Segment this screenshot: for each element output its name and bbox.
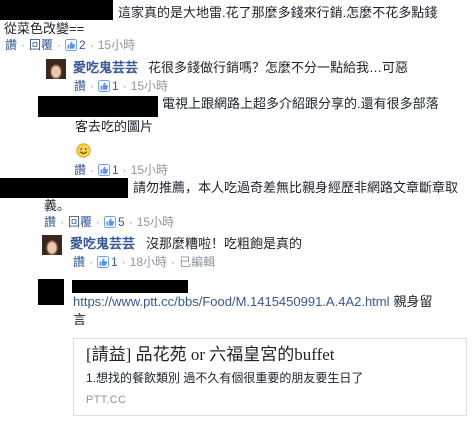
author-name[interactable]: 愛吃鬼芸芸 [70,236,135,252]
comment-text: 義。 [44,198,71,213]
redacted-author [0,178,128,198]
like-count-number: 1 [111,255,118,269]
comment-actions: 讚 · 1 · 15小時 [74,163,168,177]
comment-text: 花很多錢做行銷嗎？怎麼不分一點給我…可惡 [148,60,409,75]
link-preview-domain: PTT.CC [86,394,127,406]
comment-text: https://www.ptt.cc/bbs/Food/M.1415450991… [73,294,433,310]
comment-text: 電視上跟網路上超多介紹跟分享的.還有很多部落 [162,96,439,111]
separator: · [122,163,127,177]
like-count[interactable]: 1 [97,255,118,269]
separator: · [60,215,65,229]
like-count[interactable]: 2 [65,38,86,52]
thumbs-up-icon [104,216,117,228]
edited-link[interactable]: 已編輯 [179,255,215,269]
timestamp[interactable]: 18小時 [130,255,167,269]
reply-link[interactable]: 回覆 [68,215,92,229]
separator: · [171,255,176,269]
comment-text: 請勿推薦，本人吃過奇差無比親身經歷非網路文章斷章取 [133,180,459,195]
separator: · [57,38,62,52]
reply-link[interactable]: 回覆 [29,38,53,52]
like-link[interactable]: 讚 [74,163,86,177]
like-count-number: 1 [112,163,119,177]
thumbs-up-icon [65,39,78,51]
timestamp[interactable]: 15小時 [131,163,168,177]
like-link[interactable]: 讚 [5,38,17,52]
like-count[interactable]: 1 [98,163,119,177]
separator: · [90,79,95,93]
comment-text: 言 [73,312,87,327]
thumbs-up-icon [97,256,110,268]
like-link[interactable]: 讚 [44,215,56,229]
link-preview-description: 1.想找的餐飲類別 過不久有個很重要的朋友要生日了 [86,371,364,385]
like-count[interactable]: 5 [104,215,125,229]
like-link[interactable]: 讚 [74,79,86,93]
avatar[interactable] [42,235,62,255]
comment-actions: 讚 · 1 · 18小時 · 已編輯 [73,255,215,269]
comment-text: 這家真的是大地雷.花了那麼多錢來行銷.怎麼不花多點錢 [118,5,438,20]
comment-actions: 讚 · 回覆 · 2 · 15小時 [5,38,135,52]
url-link[interactable]: https://www.ptt.cc/bbs/Food/M.1415450991… [73,294,390,309]
smiley-emoji-icon [76,143,91,158]
avatar[interactable] [46,59,66,79]
timestamp[interactable]: 15小時 [131,79,168,93]
comment-thread: 這家真的是大地雷.花了那麼多錢來行銷.怎麼不花多點錢 從菜色改變== 讚 · 回覆 ·… [0,0,474,422]
comment-actions: 讚 · 1 · 15小時 [74,79,168,93]
comment-actions: 讚 · 回覆 · 5 · 15小時 [44,215,174,229]
redacted-author [38,96,158,117]
redacted-avatar [38,279,64,305]
separator: · [89,255,94,269]
like-link[interactable]: 讚 [73,255,85,269]
link-preview-card[interactable]: [請益] 品花苑 or 六福皇宮的buffet 1.想找的餐飲類別 過不久有個很… [73,338,467,416]
comment-text: 客去吃的圖片 [75,119,154,134]
separator: · [21,38,26,52]
comment-text: 從菜色改變== [4,21,85,36]
comment-text-fragment: 親身留 [393,294,433,309]
like-count-number: 1 [112,79,119,93]
author-name[interactable]: 愛吃鬼芸芸 [73,60,138,76]
like-count[interactable]: 1 [98,79,119,93]
separator: · [128,215,133,229]
redacted-author [72,280,188,293]
like-count-number: 5 [118,215,125,229]
like-count-number: 2 [79,38,86,52]
separator: · [121,255,126,269]
thumbs-up-icon [98,80,111,92]
link-preview-title: [請益] 品花苑 or 六福皇宮的buffet [86,345,335,364]
separator: · [89,38,94,52]
thumbs-up-icon [98,164,111,176]
comment-text: 沒那麼糟啦！吃粗飽是真的 [146,236,303,251]
redacted-author [0,0,113,20]
separator: · [90,163,95,177]
timestamp[interactable]: 15小時 [98,38,135,52]
separator: · [96,215,101,229]
timestamp[interactable]: 15小時 [137,215,174,229]
separator: · [122,79,127,93]
